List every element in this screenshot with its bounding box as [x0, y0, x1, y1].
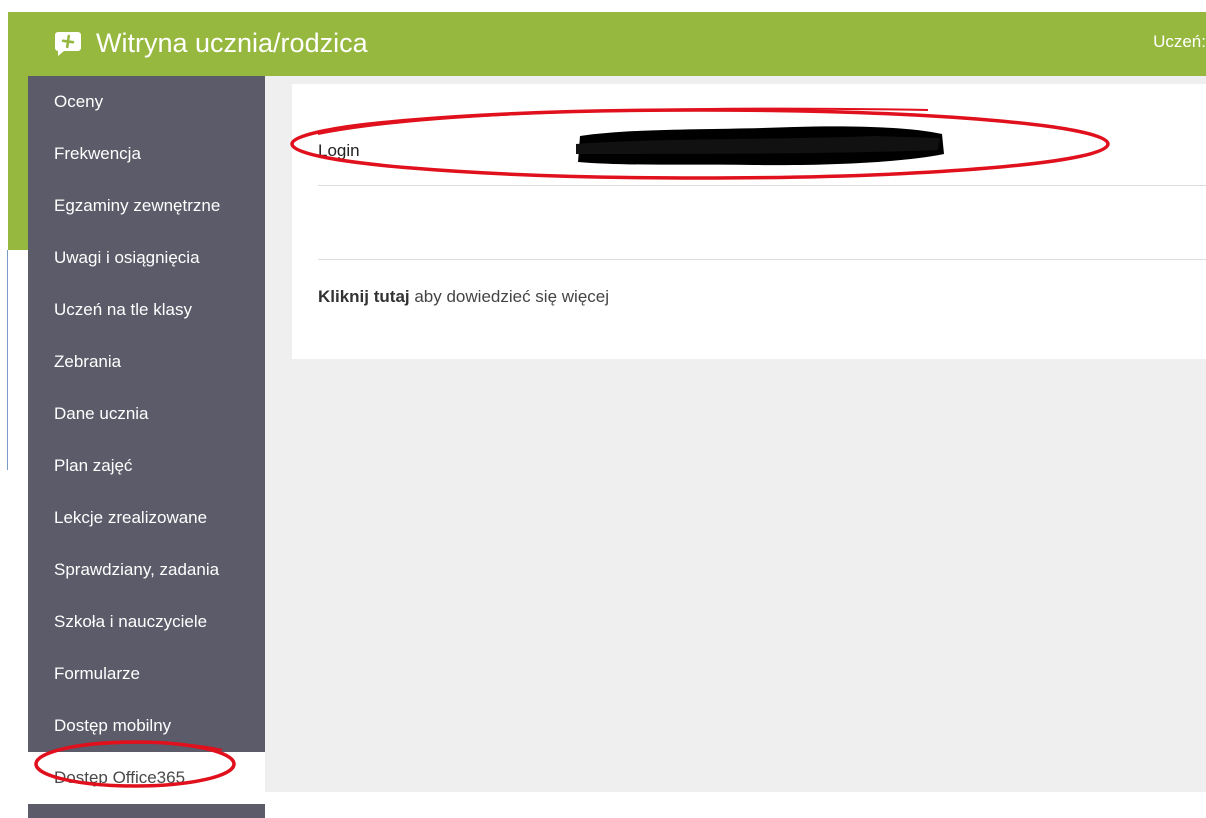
sidebar-item-egzaminy[interactable]: Egzaminy zewnętrzne — [28, 180, 265, 232]
user-label: Uczeń: — [1153, 32, 1206, 51]
office365-panel: Login Kliknij tutaj aby dowiedzieć się w… — [292, 84, 1206, 359]
main-content: Login Kliknij tutaj aby dowiedzieć się w… — [265, 76, 1206, 792]
sidebar-item-zebrania[interactable]: Zebrania — [28, 336, 265, 388]
sidebar-item-plan-zajec[interactable]: Plan zajęć — [28, 440, 265, 492]
sidebar-item-sprawdziany[interactable]: Sprawdziany, zadania — [28, 544, 265, 596]
sidebar-item-formularze[interactable]: Formularze — [28, 648, 265, 700]
row-divider — [318, 259, 1206, 260]
redacted-login-value — [576, 126, 944, 166]
sidebar-item-uczen-na-tle-klasy[interactable]: Uczeń na tle klasy — [28, 284, 265, 336]
sidebar-item-oceny[interactable]: Oceny — [28, 76, 265, 128]
info-text: aby dowiedzieć się więcej — [409, 287, 610, 306]
chat-plus-icon — [55, 32, 81, 56]
sidebar-tail — [28, 804, 265, 818]
sidebar-item-frekwencja[interactable]: Frekwencja — [28, 128, 265, 180]
sidebar-item-dostep-mobilny[interactable]: Dostęp mobilny — [28, 700, 265, 752]
info-link[interactable]: Kliknij tutaj — [318, 287, 410, 306]
row-divider — [318, 185, 1206, 186]
app-title: Witryna ucznia/rodzica — [96, 28, 368, 58]
sidebar-nav: Oceny Frekwencja Egzaminy zewnętrzne Uwa… — [28, 76, 265, 818]
sidebar-item-lekcje-zrealizowane[interactable]: Lekcje zrealizowane — [28, 492, 265, 544]
info-line: Kliknij tutaj aby dowiedzieć się więcej — [318, 287, 609, 307]
sidebar-item-uwagi[interactable]: Uwagi i osiągnięcia — [28, 232, 265, 284]
sidebar-item-dane-ucznia[interactable]: Dane ucznia — [28, 388, 265, 440]
sidebar-item-szkola-nauczyciele[interactable]: Szkoła i nauczyciele — [28, 596, 265, 648]
edge-divider — [7, 250, 8, 470]
login-label: Login — [318, 141, 360, 160]
top-bar: Witryna ucznia/rodzica Uczeń: — [8, 12, 1206, 76]
sidebar-item-dostep-office365[interactable]: Dostęp Office365 — [28, 752, 265, 804]
header-accent-strip — [8, 76, 28, 250]
